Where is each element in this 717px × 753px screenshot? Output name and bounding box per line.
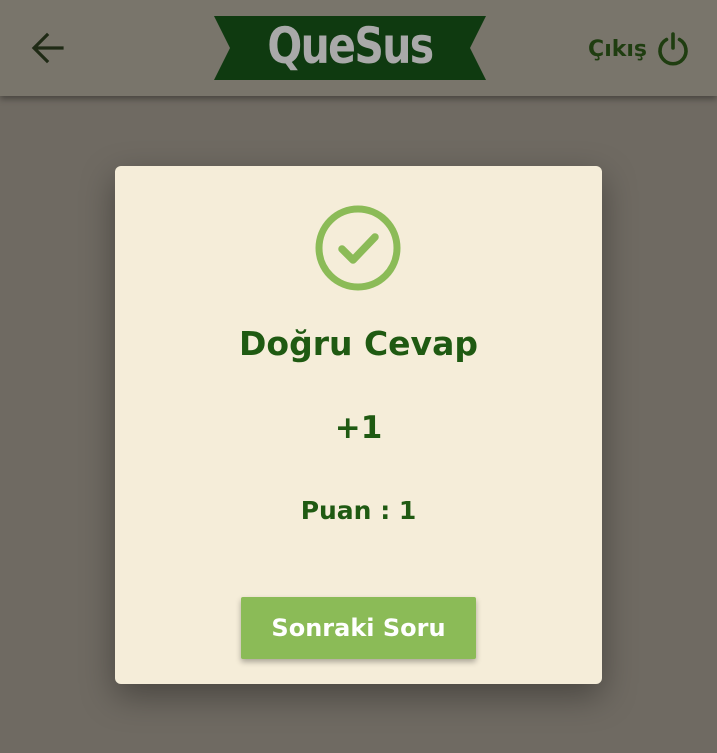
result-card: Doğru Cevap +1 Puan : 1 Sonraki Soru [115, 166, 602, 684]
points-delta: +1 [334, 410, 383, 446]
back-button[interactable] [28, 28, 68, 68]
arrow-left-icon [31, 32, 64, 64]
score-separator: : [371, 496, 399, 525]
app-header: QueSus Çıkış [0, 0, 717, 96]
result-title: Doğru Cevap [239, 324, 478, 363]
score-value: 1 [398, 496, 417, 525]
power-icon [658, 32, 688, 66]
check-circle-icon [315, 205, 401, 291]
next-question-button[interactable]: Sonraki Soru [241, 597, 476, 659]
logo-text: QueSus [267, 17, 434, 75]
logout-label: Çıkış [588, 36, 647, 62]
logout-button[interactable]: Çıkış [588, 28, 691, 70]
score-display: Puan : 1 [115, 496, 602, 525]
score-label: Puan [300, 496, 372, 525]
app-logo: QueSus [214, 14, 486, 82]
